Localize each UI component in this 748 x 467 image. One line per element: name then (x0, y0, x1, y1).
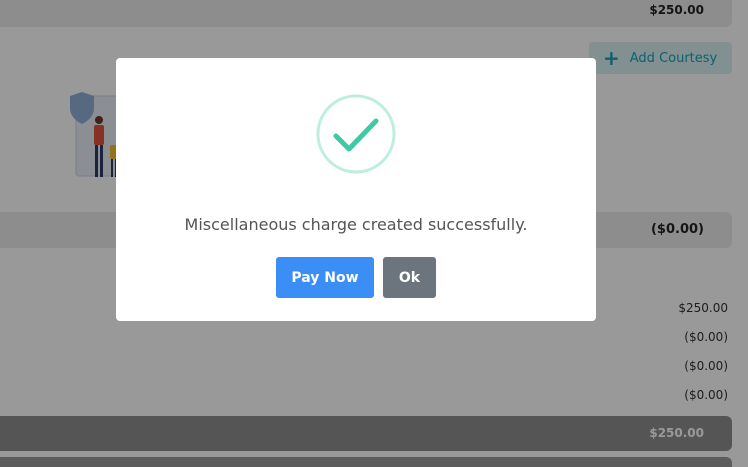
success-check-icon (316, 94, 396, 174)
dialog-message: Miscellaneous charge created successfull… (184, 215, 528, 234)
success-dialog: Miscellaneous charge created successfull… (116, 58, 596, 321)
pay-now-button[interactable]: Pay Now (276, 257, 374, 298)
ok-button[interactable]: Ok (383, 257, 436, 298)
